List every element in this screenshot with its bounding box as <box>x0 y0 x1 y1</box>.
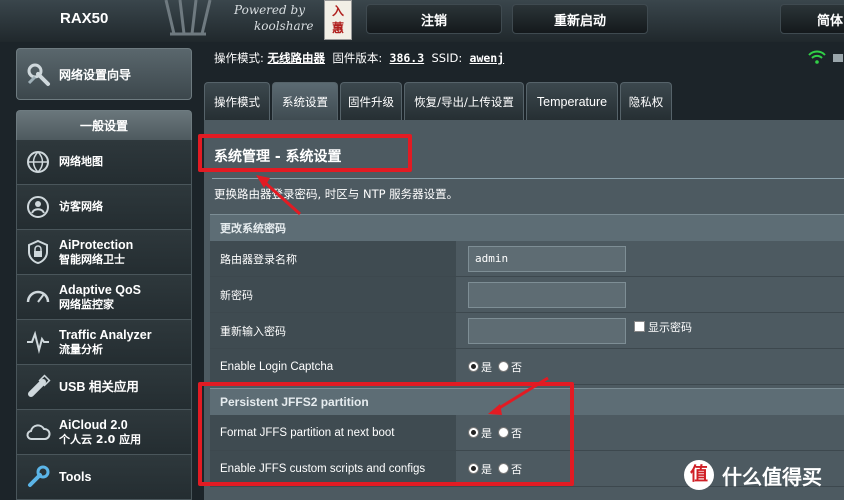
wifi-icon[interactable] <box>808 50 826 64</box>
status-infobar: 操作模式: 无线路由器 固件版本: 386.3 SSID: awenj <box>214 50 504 66</box>
status-icon[interactable] <box>832 52 844 64</box>
watermark-logo: 值 <box>684 460 714 490</box>
watermark: 值 什么值得买 <box>684 460 822 490</box>
sidebar-item-sublabel: 智能网络卫士 <box>59 252 125 266</box>
logout-button[interactable]: 注销 <box>366 4 502 34</box>
watermark-text: 什么值得买 <box>722 464 822 489</box>
guest-network-icon <box>27 196 49 218</box>
shield-lock-icon <box>28 239 48 265</box>
ssid-label: SSID: <box>431 51 463 65</box>
sidebar-item-label: AiProtection <box>59 237 134 252</box>
traffic-pulse-icon <box>27 330 49 354</box>
reboot-button[interactable]: 重新启动 <box>512 4 648 34</box>
captcha-yes-label: 是 <box>481 360 492 374</box>
top-header: RAX50 Powered by koolshare 入蕙 注销 重新启动 简体 <box>0 0 844 42</box>
password-settings-table: 更改系统密码 路由器登录名称 admin 新密码 重新输入密码 显示密码 Ena… <box>210 214 844 385</box>
firmware-link[interactable]: 386.3 <box>390 51 425 65</box>
ssid-link[interactable]: awenj <box>470 51 505 65</box>
wrench-icon <box>28 465 50 487</box>
table-row: 新密码 <box>210 277 844 313</box>
new-password-label: 新密码 <box>210 277 456 312</box>
sidebar-item-tools[interactable]: Tools <box>16 455 192 500</box>
login-name-input[interactable]: admin <box>468 245 626 272</box>
mode-link[interactable]: 无线路由器 <box>268 51 326 65</box>
quick-setup-label: 网络设置向导 <box>59 67 132 82</box>
sidebar-item-label: Traffic Analyzer <box>59 327 152 342</box>
annotation-box-jffs <box>198 382 574 486</box>
new-password-input[interactable] <box>468 281 626 308</box>
tab-restore-save-upload[interactable]: 恢复/导出/上传设置 <box>404 82 524 120</box>
sidebar-item-sublabel: 个人云 2.0 应用 <box>59 432 142 446</box>
sidebar-item-usb[interactable]: USB 相关应用 <box>16 365 192 410</box>
quick-setup-button[interactable]: 网络设置向导 <box>16 48 192 100</box>
confirm-password-label: 重新输入密码 <box>210 313 456 348</box>
tab-system-settings[interactable]: 系统设置 <box>272 82 338 120</box>
sidebar-item-label: 网络地图 <box>59 155 103 168</box>
language-select[interactable]: 简体 <box>780 4 844 34</box>
table-row: 路由器登录名称 admin <box>210 241 844 277</box>
sidebar-item-label: Tools <box>59 469 92 484</box>
sidebar-item-network-map[interactable]: 网络地图 <box>16 140 192 185</box>
table-row: 重新输入密码 显示密码 <box>210 313 844 349</box>
wrench-gear-icon <box>27 63 50 86</box>
cloud-icon <box>26 424 51 440</box>
sidebar-item-aicloud[interactable]: AiCloud 2.0 个人云 2.0 应用 <box>16 410 192 455</box>
sidebar-item-label: AiCloud 2.0 <box>59 417 128 432</box>
show-password-label: 显示密码 <box>648 320 692 334</box>
captcha-no-label: 否 <box>511 360 522 374</box>
confirm-password-input[interactable] <box>468 317 626 344</box>
page-description: 更换路由器登录密码, 时区与 NTP 服务器设置。 <box>214 187 459 201</box>
router-antenna-icon <box>164 0 212 36</box>
mode-label: 操作模式: <box>214 51 264 65</box>
sidebar-item-sublabel: 流量分析 <box>59 342 103 356</box>
brand-logo: RAX50 <box>60 10 109 27</box>
table-row: Enable Login Captcha 是 否 <box>210 349 844 385</box>
sidebar-item-guest-network[interactable]: 访客网络 <box>16 185 192 230</box>
tab-firmware-upgrade[interactable]: 固件升级 <box>340 82 402 120</box>
sidebar-item-sublabel: 网络监控家 <box>59 297 114 311</box>
tab-privacy[interactable]: 隐私权 <box>620 82 672 120</box>
firmware-label: 固件版本: <box>332 51 383 65</box>
sidebar-item-label: USB 相关应用 <box>59 379 139 394</box>
login-name-label: 路由器登录名称 <box>210 241 456 276</box>
sidebar-item-traffic-analyzer[interactable]: Traffic Analyzer 流量分析 <box>16 320 192 365</box>
sidebar-item-aiprotection[interactable]: AiProtection 智能网络卫士 <box>16 230 192 275</box>
general-settings-header: 一般设置 <box>16 110 192 140</box>
title-divider <box>212 178 844 179</box>
tab-temperature[interactable]: Temperature <box>526 82 618 120</box>
section-header-password: 更改系统密码 <box>210 214 844 241</box>
koolshare-seal-logo: 入蕙 <box>324 0 352 40</box>
sidebar-item-label: Adaptive QoS <box>59 282 141 297</box>
globe-map-icon <box>27 151 49 173</box>
captcha-yes-radio[interactable] <box>468 361 479 372</box>
show-password-checkbox[interactable] <box>634 321 645 332</box>
powered-by-text: Powered by koolshare <box>234 3 314 33</box>
annotation-box-title <box>198 134 412 172</box>
tab-operation-mode[interactable]: 操作模式 <box>204 82 270 120</box>
login-captcha-label: Enable Login Captcha <box>210 349 456 384</box>
captcha-no-radio[interactable] <box>498 361 509 372</box>
gauge-icon <box>26 290 50 303</box>
usb-icon <box>28 374 51 397</box>
sidebar-item-label: 访客网络 <box>59 200 103 213</box>
sidebar-menu: 网络地图 访客网络 AiProtection 智能网络卫士 Adaptive Q… <box>16 140 192 500</box>
sidebar-item-adaptive-qos[interactable]: Adaptive QoS 网络监控家 <box>16 275 192 320</box>
